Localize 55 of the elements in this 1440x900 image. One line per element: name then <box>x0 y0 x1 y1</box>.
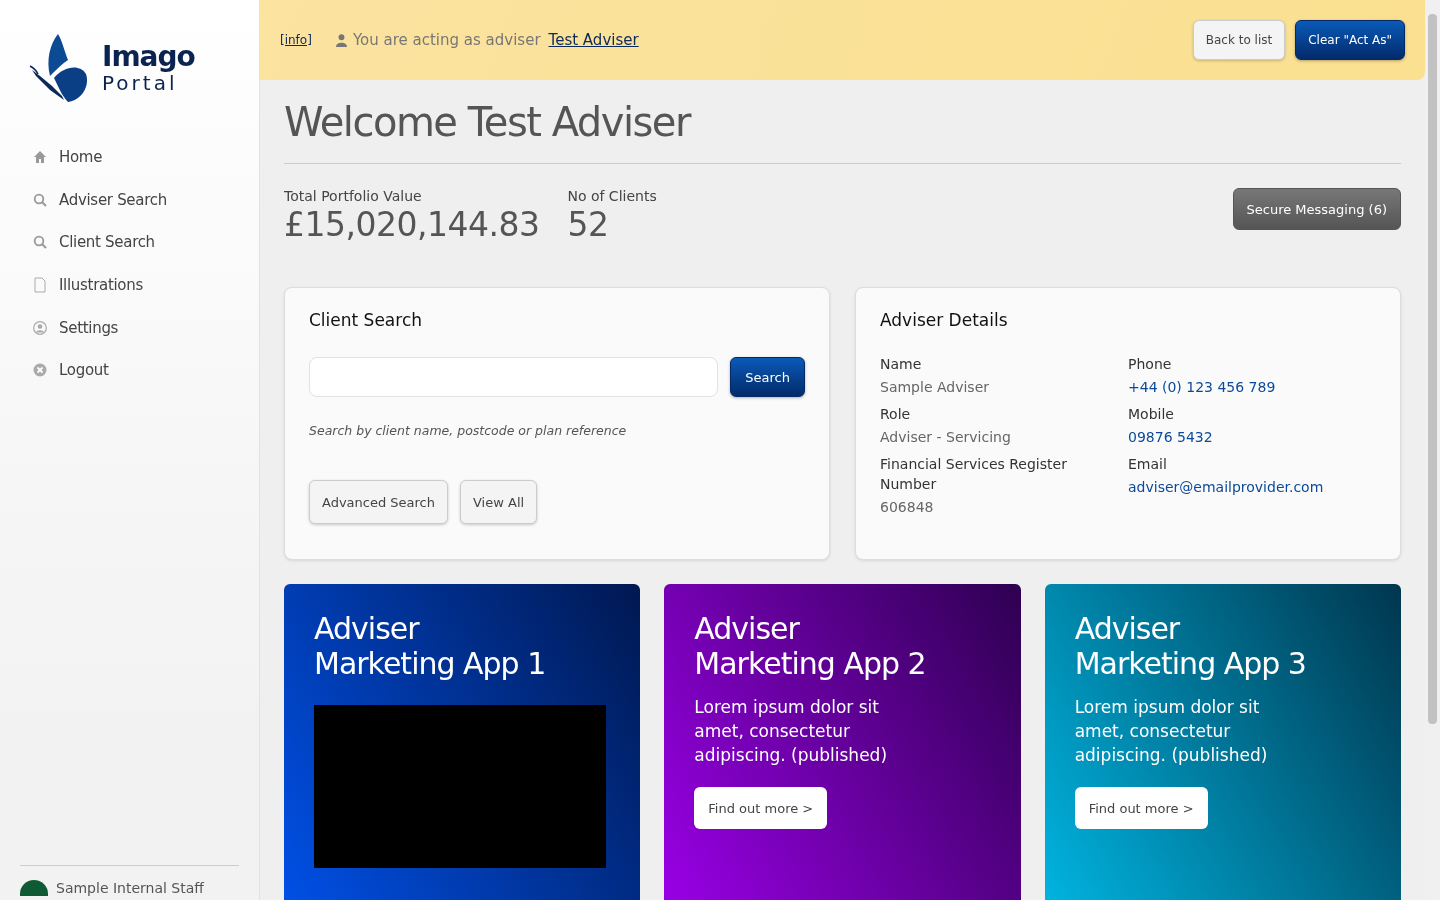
field-label: Email <box>1128 455 1168 475</box>
stat-label: No of Clients <box>567 188 657 204</box>
document-icon <box>33 277 47 294</box>
field-value: 606848 <box>880 499 935 516</box>
clear-act-as-button[interactable]: Clear "Act As" <box>1295 20 1405 60</box>
search-icon <box>33 235 47 250</box>
back-button[interactable]: Back to list <box>1192 20 1286 60</box>
contact-link[interactable]: adviser@emailprovider.com <box>1128 479 1376 496</box>
app-title: Adviser Marketing App 2 <box>694 612 927 682</box>
logo-wordmark: Imago <box>102 43 195 71</box>
search-hint: Search by client name, postcode or plan reference <box>309 423 628 439</box>
secure-messaging-button[interactable]: Secure Messaging (6) <box>1232 188 1401 230</box>
adviser-link[interactable]: Test Adviser <box>548 31 639 49</box>
find-out-more-button[interactable]: Find out more > <box>1074 787 1208 830</box>
action-button[interactable]: Advanced Search <box>309 480 448 525</box>
app-description: Lorem ipsum dolor sit amet, consectetur adipiscing. (published) <box>1074 696 1269 768</box>
app-title: Adviser Marketing App 1 <box>314 612 547 682</box>
nav-item[interactable]: Settings <box>0 306 259 349</box>
nav-item[interactable]: Illustrations <box>0 263 259 307</box>
field-label: Role <box>880 405 912 425</box>
person-icon <box>335 33 347 47</box>
action-button[interactable]: View All <box>460 480 538 525</box>
field-label: Name <box>880 355 923 375</box>
find-out-more-button[interactable]: Find out more > <box>694 787 828 830</box>
field-value: Adviser - Servicing <box>880 429 1012 446</box>
user-circle-icon <box>33 320 47 335</box>
video-player[interactable] <box>314 705 606 869</box>
field-label: Phone <box>1128 355 1173 375</box>
nav-item[interactable]: Home <box>0 136 259 179</box>
search-field[interactable] <box>309 357 719 398</box>
info-link[interactable]: [info] <box>280 33 312 47</box>
nav-item[interactable]: Logout <box>0 348 259 392</box>
field-value: Sample Adviser <box>880 379 990 396</box>
field-label: Mobile <box>1128 405 1175 425</box>
contact-link[interactable]: +44 (0) 123 456 789 <box>1128 379 1376 396</box>
search-button[interactable]: Search <box>730 357 805 398</box>
acting-message: You are acting as adviser <box>352 31 541 49</box>
app-description: Lorem ipsum dolor sit amet, consectetur adipiscing. (published) <box>694 696 889 768</box>
search-icon <box>33 192 47 207</box>
logo-subtitle: Portal <box>102 73 178 93</box>
avatar <box>20 880 48 896</box>
stat-value: 52 <box>567 204 610 246</box>
nav-item[interactable]: Adviser Search <box>0 178 259 222</box>
panel-title: Adviser Details <box>880 310 1009 331</box>
stat-value: £15,020,144.83 <box>284 204 540 246</box>
nav-item[interactable]: Client Search <box>0 221 259 264</box>
user-name: Sample Internal Staff <box>56 880 204 896</box>
close-circle-icon <box>33 363 47 378</box>
home-icon <box>33 150 47 165</box>
stat-label: Total Portfolio Value <box>284 188 423 204</box>
app-title: Adviser Marketing App 3 <box>1074 612 1307 682</box>
panel-title: Client Search <box>309 310 424 331</box>
field-label: Financial Services Register Number <box>880 455 1068 495</box>
page-title: Welcome Test Adviser <box>284 98 692 146</box>
contact-link[interactable]: 09876 5432 <box>1128 429 1376 446</box>
